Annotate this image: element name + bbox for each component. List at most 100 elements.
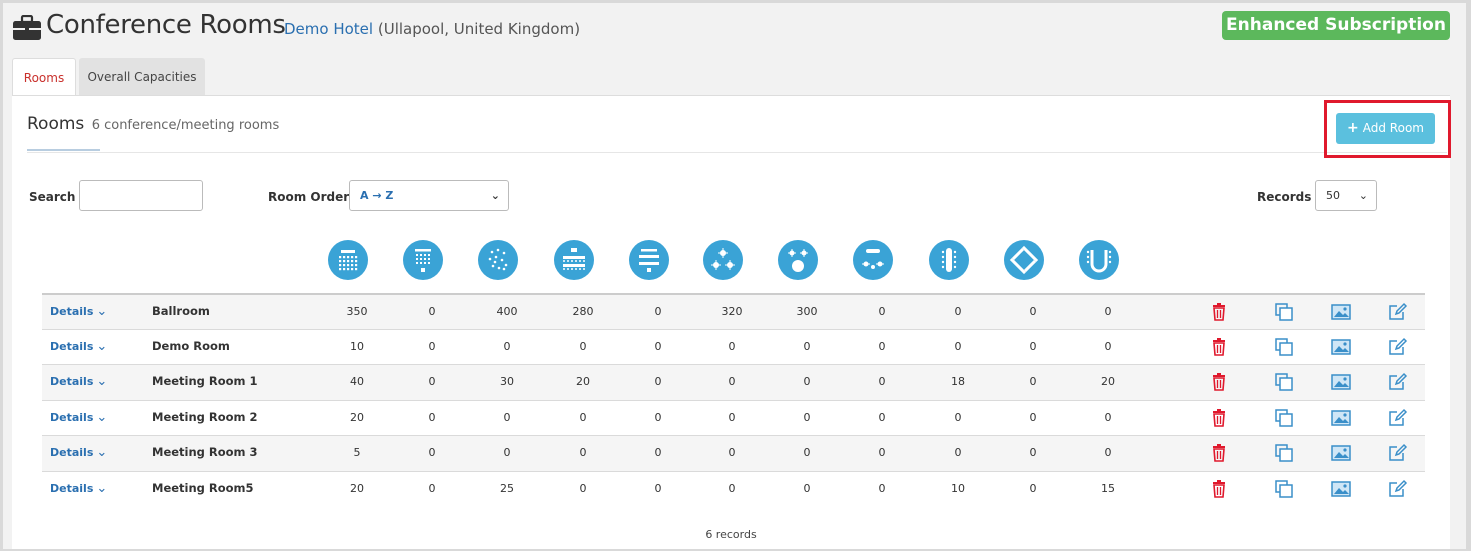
image-icon [1331, 374, 1351, 395]
capacity-cell: 0 [579, 339, 587, 353]
image-icon [1331, 304, 1351, 325]
capacity-cell: 0 [803, 446, 811, 459]
edit-room-button[interactable] [1388, 302, 1408, 322]
search-input[interactable] [79, 180, 203, 211]
copy-room-button[interactable] [1274, 372, 1294, 392]
records-select[interactable]: 50 ⌄ [1315, 180, 1377, 211]
edit-room-button[interactable] [1388, 408, 1408, 428]
capacity-cell: 0 [954, 339, 962, 353]
copy-icon [1274, 373, 1294, 395]
edit-icon [1388, 479, 1408, 502]
capacity-cell: 0 [428, 375, 436, 388]
chevron-down-icon: ⌄ [96, 445, 108, 460]
app-frame: Conference Rooms Demo Hotel (Ullapool, U… [3, 3, 1466, 549]
records-value: 50 [1326, 189, 1340, 202]
chevron-down-icon: ⌄ [96, 374, 108, 389]
details-toggle[interactable]: Details ⌄ [50, 330, 107, 363]
reception-layout-icon [478, 240, 518, 280]
delete-room-button[interactable] [1209, 302, 1229, 322]
delete-room-button[interactable] [1209, 443, 1229, 463]
records-label: Records [1257, 190, 1312, 204]
section-underline [27, 149, 100, 151]
tab-rooms[interactable]: Rooms [12, 58, 76, 96]
copy-room-button[interactable] [1274, 479, 1294, 499]
copy-room-button[interactable] [1274, 302, 1294, 322]
table-row: Details ⌄ Meeting Room 3 5 0 0 0 0 0 0 0 0 0 0 [42, 435, 1425, 471]
capacity-cell: 0 [579, 481, 587, 495]
details-toggle[interactable]: Details ⌄ [50, 295, 107, 328]
capacity-cell: 10 [350, 339, 364, 353]
banquet-stage-layout-icon [778, 240, 818, 280]
delete-room-button[interactable] [1209, 372, 1229, 392]
trash-icon [1209, 373, 1229, 395]
section-divider [27, 152, 1447, 153]
capacity-cell: 350 [346, 305, 368, 318]
trash-icon [1209, 303, 1229, 325]
room-images-button[interactable] [1331, 302, 1351, 322]
chevron-down-icon: ⌄ [96, 338, 108, 354]
delete-room-button[interactable] [1209, 408, 1229, 428]
room-order-select[interactable]: A → Z ⌄ [349, 180, 509, 211]
details-label: Details [50, 339, 94, 353]
capacity-cell: 0 [954, 305, 962, 318]
page-header: Conference Rooms Demo Hotel (Ullapool, U… [3, 3, 1466, 53]
room-images-button[interactable] [1331, 337, 1351, 357]
capacity-cell: 0 [1104, 410, 1112, 424]
capacity-cell: 18 [951, 375, 965, 388]
hollow-square-layout-icon [1004, 240, 1044, 280]
edit-room-button[interactable] [1388, 479, 1408, 499]
capacity-cell: 0 [803, 339, 811, 353]
edit-room-button[interactable] [1388, 337, 1408, 357]
edit-room-button[interactable] [1388, 443, 1408, 463]
details-toggle[interactable]: Details ⌄ [50, 401, 107, 434]
room-name: Meeting Room5 [152, 480, 254, 495]
delete-room-button[interactable] [1209, 479, 1229, 499]
add-room-label: Add Room [1362, 121, 1424, 135]
details-toggle[interactable]: Details ⌄ [50, 472, 107, 505]
details-toggle[interactable]: Details ⌄ [50, 436, 107, 469]
subscription-badge: Enhanced Subscription [1222, 11, 1450, 40]
capacity-cell: 0 [428, 339, 436, 353]
capacity-cell: 0 [1104, 305, 1112, 318]
capacity-cell: 0 [428, 305, 436, 318]
capacity-cell: 0 [1029, 375, 1037, 388]
copy-room-button[interactable] [1274, 337, 1294, 357]
capacity-cell: 0 [803, 410, 811, 424]
copy-room-button[interactable] [1274, 443, 1294, 463]
capacity-cell: 0 [1029, 410, 1037, 424]
hotel-location: (Ullapool, United Kingdom) [377, 20, 581, 38]
room-images-button[interactable] [1331, 443, 1351, 463]
capacity-cell: 0 [654, 481, 662, 495]
capacity-cell: 15 [1101, 481, 1115, 495]
capacity-cell: 0 [878, 375, 886, 388]
capacity-cell: 0 [654, 375, 662, 388]
add-room-button[interactable]: + Add Room [1336, 113, 1435, 144]
capacity-cell: 0 [503, 446, 511, 459]
table-row: Details ⌄ Meeting Room 2 20 0 0 0 0 0 0 0 0 0 0 [42, 399, 1425, 435]
trash-icon [1209, 408, 1229, 431]
section-subtitle: 6 conference/meeting rooms [91, 118, 280, 133]
details-toggle[interactable]: Details ⌄ [50, 365, 107, 398]
image-icon [1331, 338, 1351, 360]
section-title: Rooms 6 conference/meeting rooms [27, 114, 279, 134]
room-order-value: A → Z [360, 189, 394, 202]
tab-overall-capacities[interactable]: Overall Capacities [79, 58, 205, 96]
capacity-cell: 0 [803, 375, 811, 388]
capacity-cell: 0 [1029, 446, 1037, 459]
edit-room-button[interactable] [1388, 372, 1408, 392]
copy-icon [1274, 444, 1294, 466]
room-images-button[interactable] [1331, 479, 1351, 499]
room-images-button[interactable] [1331, 372, 1351, 392]
capacity-cell: 40 [350, 375, 364, 388]
delete-room-button[interactable] [1209, 337, 1229, 357]
hotel-name-link[interactable]: Demo Hotel [284, 20, 373, 38]
trash-icon [1209, 479, 1229, 502]
capacity-cell: 0 [654, 446, 662, 459]
capacity-cell: 0 [728, 339, 736, 353]
chevron-down-icon: ⌄ [96, 409, 108, 425]
room-images-button[interactable] [1331, 408, 1351, 428]
classroom-layout-icon [403, 240, 443, 280]
capacity-cell: 10 [951, 481, 965, 495]
copy-room-button[interactable] [1274, 408, 1294, 428]
capacity-cell: 0 [579, 446, 587, 459]
